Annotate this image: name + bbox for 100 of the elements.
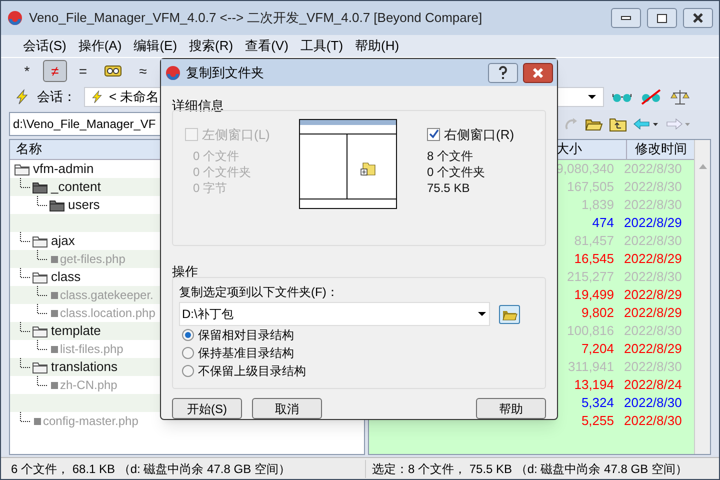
size-cell-text: 167,505	[566, 178, 615, 196]
close-icon	[531, 66, 545, 78]
redo-icon	[563, 116, 579, 132]
checkmark-icon	[428, 129, 438, 140]
stat-text: 0 个文件	[193, 148, 240, 163]
menu-item[interactable]: 查看(V)	[245, 36, 288, 56]
file-icon	[51, 382, 58, 388]
column-header[interactable]: 名称	[10, 140, 48, 159]
checkbox-label: 左侧窗口(L)	[202, 126, 270, 144]
folder-name[interactable]: vfm-admin	[33, 159, 94, 179]
file-icon	[51, 346, 58, 352]
size-cell-text: 9,080,340	[555, 160, 615, 178]
size-cell-text: 9,802	[580, 304, 615, 322]
file-icon	[34, 418, 41, 424]
size-cell-text: 311,941	[566, 358, 615, 376]
radio-button[interactable]	[182, 329, 194, 341]
date-cell-text: 2022/8/30	[623, 394, 683, 412]
close-icon	[693, 13, 703, 23]
minimize-icon	[621, 16, 631, 20]
folder-up-icon	[609, 116, 627, 132]
menu-item[interactable]: 帮助(H)	[355, 36, 400, 56]
size-cell-text: 7,204	[580, 340, 615, 358]
date-cell-text: 2022/8/30	[623, 196, 683, 214]
toolbar-button[interactable]: ≈	[131, 60, 155, 82]
back-arrow-icon	[633, 118, 659, 130]
radio-label: 不保留上级目录结构	[198, 363, 306, 380]
browse-folder-button[interactable]	[499, 304, 520, 324]
date-cell-text: 2022/8/24	[623, 376, 683, 394]
menu-item[interactable]: 工具(T)	[300, 36, 344, 56]
stat-text: 75.5 KB	[427, 180, 471, 195]
menu-item[interactable]: 操作(A)	[78, 36, 122, 56]
checkbox[interactable]	[427, 128, 440, 141]
binoculars-icon	[104, 64, 122, 78]
folder-name[interactable]: template	[51, 321, 101, 341]
forward-arrow-icon	[665, 118, 691, 130]
menu-item[interactable]: 编辑(E)	[134, 36, 178, 56]
size-cell-text: 474	[591, 214, 615, 232]
tree-connector-icon	[20, 412, 30, 422]
date-cell-text: 2022/8/30	[623, 322, 683, 340]
maximize-button[interactable]	[647, 8, 677, 28]
help-button[interactable]	[488, 62, 518, 82]
date-cell-text: 2022/8/29	[623, 286, 683, 304]
folder-name[interactable]: _content	[51, 177, 101, 197]
app-logo-icon	[165, 64, 181, 80]
lightning-icon	[15, 89, 29, 105]
size-cell-text: 5,255	[580, 412, 615, 430]
question-mark-icon	[497, 66, 509, 80]
stat-text: 8 个文件	[427, 148, 474, 163]
radio-button[interactable]	[182, 365, 194, 377]
toolbar-button[interactable]: *	[15, 60, 39, 82]
stat-text: 0 字节	[193, 180, 228, 195]
file-icon	[51, 310, 58, 316]
checkbox-label: 右侧窗口(R)	[444, 126, 514, 144]
size-cell-text: 215,277	[566, 268, 615, 286]
group-title: 操作	[172, 262, 198, 280]
session-label: 会话：	[37, 88, 76, 106]
lightning-icon	[91, 90, 103, 104]
dialog-button[interactable]: 帮助	[476, 398, 546, 419]
menu-item[interactable]: 搜索(R)	[189, 36, 234, 56]
size-cell-text: 5,324	[580, 394, 615, 412]
date-cell-text: 2022/8/30	[623, 358, 683, 376]
app-logo-icon	[7, 10, 23, 26]
size-cell-text: 1,839	[580, 196, 615, 214]
size-cell-text: 19,499	[573, 286, 615, 304]
window-title: Veno_File_Manager_VFM_4.0.7 <--> 二次开发_VFM_4.0.7 [Beyond Compare]	[29, 9, 482, 28]
glasses-crossed-icon	[640, 89, 662, 105]
status-text: 6 个文件， 68.1 KB （d: 磁盘中尚余 47.8 GB 空间）	[1, 460, 366, 478]
maximize-icon	[657, 14, 667, 22]
radio-label: 保持基准目录结构	[198, 345, 294, 362]
scales-icon	[670, 89, 690, 105]
dropdown-arrow-icon	[477, 311, 487, 317]
size-cell-text: 13,194	[573, 376, 615, 394]
date-cell-text: 2022/8/30	[623, 412, 683, 430]
close-button[interactable]	[683, 8, 713, 28]
folder-field[interactable]: D:\补丁包	[179, 302, 490, 326]
dialog-button[interactable]: 开始(S)	[172, 398, 242, 419]
menu-item[interactable]: 会话(S)	[23, 36, 66, 56]
folder-name[interactable]: ajax	[51, 231, 75, 251]
glasses-icon	[612, 91, 632, 103]
date-cell-text: 2022/8/30	[623, 268, 683, 286]
date-cell-text: 2022/8/29	[623, 304, 683, 322]
date-cell-text: 2022/8/30	[623, 232, 683, 250]
date-cell-text: 2022/8/29	[623, 250, 683, 268]
size-cell-text: 81,457	[573, 232, 615, 250]
scroll-bar[interactable]	[694, 140, 710, 454]
minimize-button[interactable]	[611, 8, 641, 28]
size-cell-text: 100,816	[566, 322, 615, 340]
folder-name[interactable]: translations	[51, 357, 118, 377]
folder-name[interactable]: class	[51, 267, 81, 287]
dialog-title: 复制到文件夹	[186, 64, 264, 82]
file-icon	[51, 292, 58, 298]
file-icon	[51, 256, 58, 262]
radio-label: 保留相对目录结构	[198, 327, 294, 344]
folder-name[interactable]: users	[68, 195, 100, 215]
close-button[interactable]	[523, 62, 553, 82]
stat-text: 0 个文件夹	[427, 164, 486, 179]
toolbar-button[interactable]: =	[71, 60, 95, 82]
radio-button[interactable]	[182, 347, 194, 359]
size-cell-text: 16,545	[573, 250, 615, 268]
dialog-button[interactable]: 取消	[252, 398, 322, 419]
